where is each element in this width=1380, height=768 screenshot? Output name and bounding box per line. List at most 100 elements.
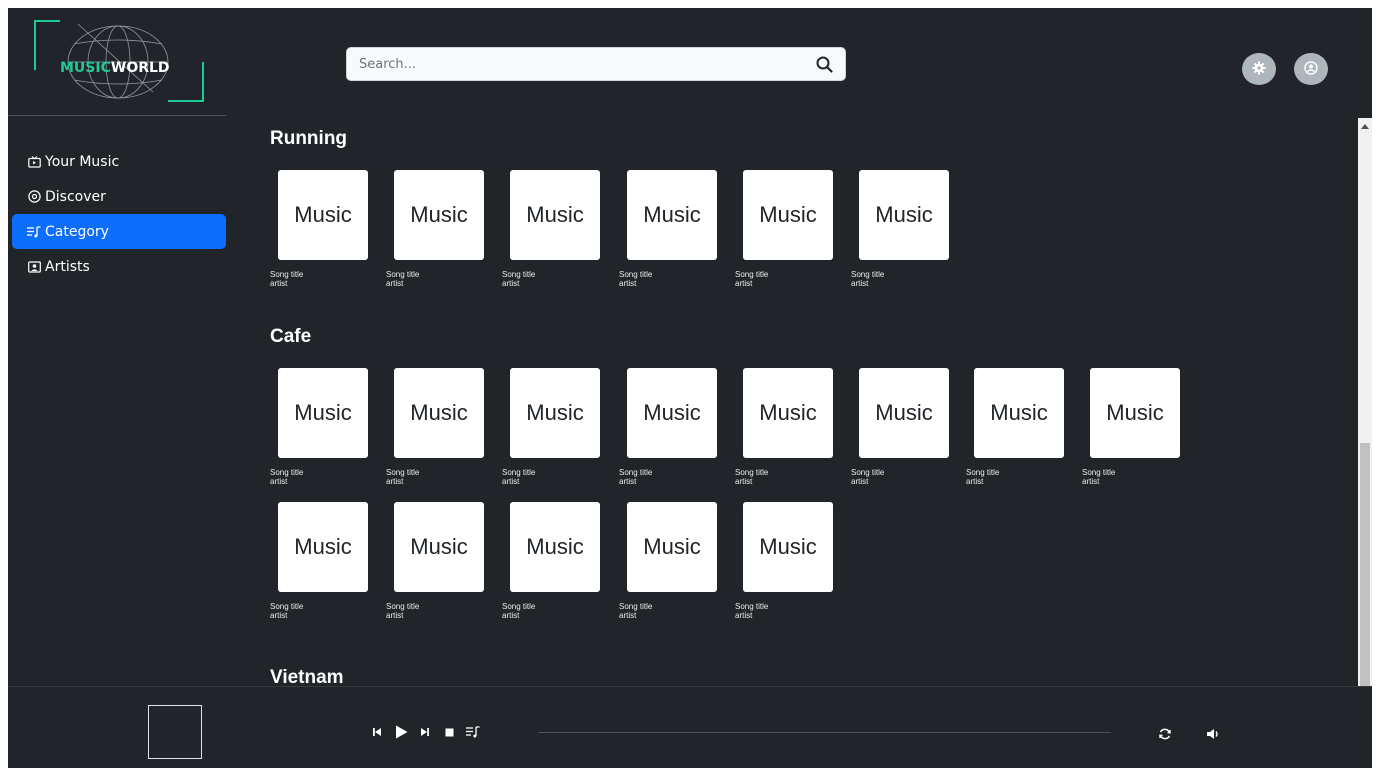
volume-icon[interactable] bbox=[1204, 725, 1222, 743]
logo-frame-corner bbox=[34, 20, 60, 70]
disc-icon bbox=[27, 190, 41, 204]
now-playing-artwork bbox=[148, 705, 202, 759]
song-cover: Music bbox=[394, 502, 484, 592]
scrollbar[interactable] bbox=[1358, 118, 1372, 686]
song-title: Song title bbox=[386, 468, 420, 477]
song-artist: artist bbox=[270, 611, 288, 620]
repeat-icon[interactable] bbox=[1156, 725, 1174, 743]
skip-back-icon[interactable] bbox=[368, 723, 386, 741]
song-cover: Music bbox=[278, 170, 368, 260]
song-artist: artist bbox=[851, 477, 869, 486]
song-artist: artist bbox=[735, 611, 753, 620]
song-title: Song title bbox=[502, 270, 536, 279]
song-title: Song title bbox=[735, 468, 769, 477]
music-list-icon bbox=[27, 225, 41, 239]
skip-forward-icon[interactable] bbox=[416, 723, 434, 741]
sidebar-item-your-music[interactable]: Your Music bbox=[12, 144, 226, 179]
sidebar-divider bbox=[8, 115, 226, 116]
song-cover: Music bbox=[510, 170, 600, 260]
song-artist: artist bbox=[619, 477, 637, 486]
song-artist: artist bbox=[735, 279, 753, 288]
song-title: Song title bbox=[502, 602, 536, 611]
song-artist: artist bbox=[966, 477, 984, 486]
song-title: Song title bbox=[1082, 468, 1116, 477]
song-artist: artist bbox=[270, 279, 288, 288]
song-artist: artist bbox=[735, 477, 753, 486]
song-title: Song title bbox=[270, 270, 304, 279]
playlist-icon[interactable] bbox=[464, 723, 482, 741]
scroll-up-icon[interactable] bbox=[1361, 124, 1369, 129]
main-content: Running Music Song title artist Music Song … bbox=[234, 118, 1358, 686]
sidebar-item-label: Category bbox=[45, 223, 109, 240]
song-cover: Music bbox=[743, 170, 833, 260]
song-cover: Music bbox=[278, 368, 368, 458]
song-title: Song title bbox=[502, 468, 536, 477]
song-title: Song title bbox=[619, 602, 653, 611]
song-cover: Music bbox=[627, 368, 717, 458]
user-account-button[interactable] bbox=[1294, 53, 1328, 85]
song-cover: Music bbox=[510, 502, 600, 592]
sidebar-item-category[interactable]: Category bbox=[12, 214, 226, 249]
song-title: Song title bbox=[270, 602, 304, 611]
song-cover: Music bbox=[278, 502, 368, 592]
settings-button[interactable] bbox=[1242, 53, 1276, 85]
app-window: MUSICWORLD Your Music Discover Category … bbox=[8, 8, 1372, 768]
player-bar bbox=[8, 686, 1372, 768]
section-title: Vietnam bbox=[270, 667, 344, 686]
song-title: Song title bbox=[851, 468, 885, 477]
song-artist: artist bbox=[502, 611, 520, 620]
song-artist: artist bbox=[619, 279, 637, 288]
user-circle-icon bbox=[1304, 60, 1318, 79]
player-controls bbox=[368, 723, 488, 741]
song-cover: Music bbox=[394, 170, 484, 260]
scrollbar-thumb[interactable] bbox=[1360, 443, 1370, 686]
progress-bar[interactable] bbox=[538, 732, 1111, 733]
play-icon[interactable] bbox=[392, 723, 410, 741]
song-title: Song title bbox=[619, 468, 653, 477]
person-card-icon bbox=[27, 260, 41, 274]
song-artist: artist bbox=[502, 477, 520, 486]
song-artist: artist bbox=[386, 279, 404, 288]
sidebar-nav: Your Music Discover Category Artists bbox=[12, 144, 226, 284]
logo[interactable]: MUSICWORLD bbox=[34, 20, 204, 102]
sidebar: MUSICWORLD Your Music Discover Category … bbox=[8, 8, 234, 686]
search-icon[interactable] bbox=[815, 55, 835, 75]
song-cover: Music bbox=[974, 368, 1064, 458]
song-artist: artist bbox=[619, 611, 637, 620]
song-artist: artist bbox=[851, 279, 869, 288]
song-cover: Music bbox=[743, 502, 833, 592]
song-title: Song title bbox=[619, 270, 653, 279]
sidebar-item-label: Artists bbox=[45, 258, 90, 275]
brand-name: MUSICWORLD bbox=[60, 60, 170, 76]
song-cover: Music bbox=[859, 368, 949, 458]
song-title: Song title bbox=[735, 602, 769, 611]
song-cover: Music bbox=[394, 368, 484, 458]
sidebar-item-artists[interactable]: Artists bbox=[12, 249, 226, 284]
song-title: Song title bbox=[735, 270, 769, 279]
gear-icon bbox=[1252, 60, 1266, 79]
song-title: Song title bbox=[386, 602, 420, 611]
song-cover: Music bbox=[627, 170, 717, 260]
sidebar-item-label: Your Music bbox=[45, 153, 120, 170]
sidebar-item-discover[interactable]: Discover bbox=[12, 179, 226, 214]
brand-part-music: MUSIC bbox=[60, 60, 111, 76]
song-cover: Music bbox=[627, 502, 717, 592]
song-artist: artist bbox=[1082, 477, 1100, 486]
song-cover: Music bbox=[1090, 368, 1180, 458]
song-artist: artist bbox=[386, 477, 404, 486]
search-input[interactable] bbox=[347, 48, 807, 80]
search-bar bbox=[346, 47, 846, 81]
song-cover: Music bbox=[743, 368, 833, 458]
song-artist: artist bbox=[270, 477, 288, 486]
section-title: Running bbox=[270, 128, 348, 149]
section-title: Cafe bbox=[270, 326, 312, 347]
song-artist: artist bbox=[386, 611, 404, 620]
song-title: Song title bbox=[966, 468, 1000, 477]
tv-icon bbox=[27, 155, 41, 169]
song-cover: Music bbox=[510, 368, 600, 458]
song-cover: Music bbox=[859, 170, 949, 260]
song-artist: artist bbox=[502, 279, 520, 288]
stop-icon[interactable] bbox=[440, 723, 458, 741]
brand-part-world: WORLD bbox=[110, 60, 170, 76]
sidebar-item-label: Discover bbox=[45, 188, 106, 205]
